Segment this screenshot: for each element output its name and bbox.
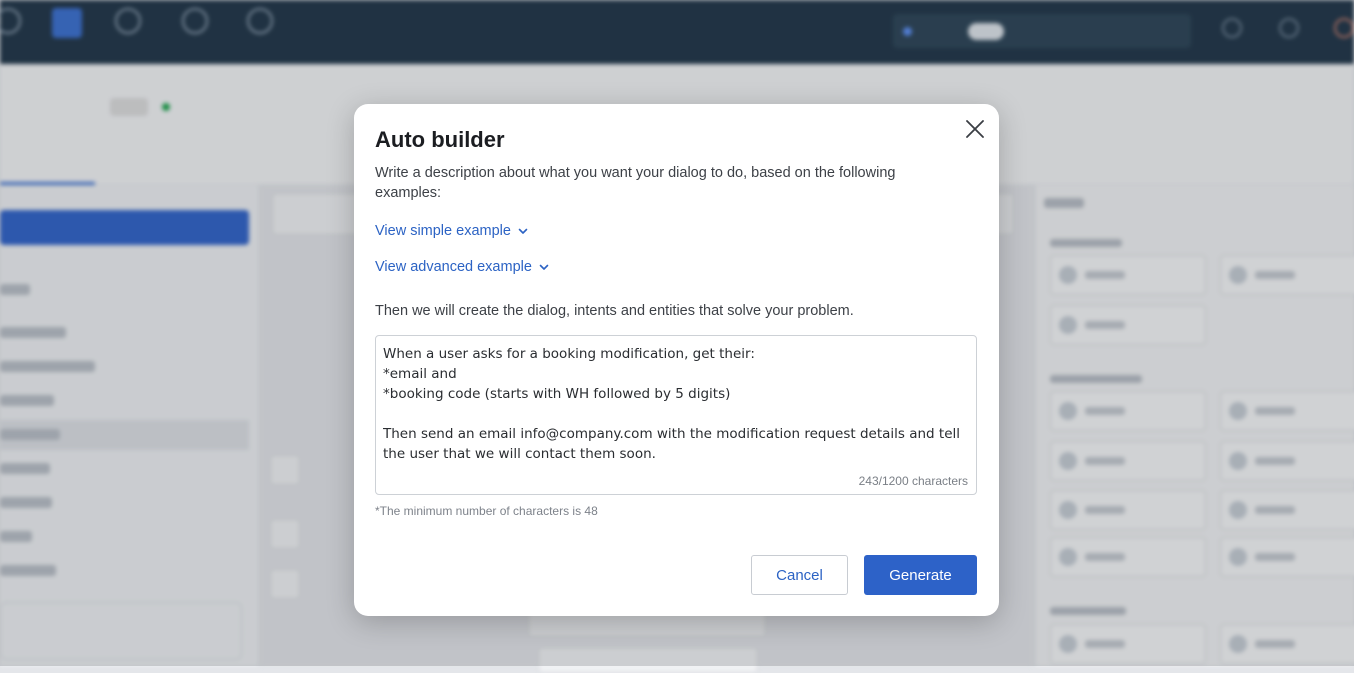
- cancel-button[interactable]: Cancel: [751, 555, 848, 595]
- view-simple-example-link[interactable]: View simple example: [375, 223, 529, 239]
- dialog-description: Write a description about what you want …: [375, 165, 896, 201]
- character-counter: 243/1200 characters: [858, 474, 968, 488]
- description-textarea[interactable]: [383, 344, 971, 474]
- minimum-characters-note: *The minimum number of characters is 48: [375, 504, 598, 518]
- generate-button[interactable]: Generate: [864, 555, 977, 595]
- chevron-down-icon: [518, 228, 528, 234]
- dialog-title: Auto builder: [375, 127, 505, 152]
- chevron-down-icon: [539, 264, 549, 270]
- view-advanced-example-link[interactable]: View advanced example: [375, 259, 550, 275]
- simple-example-label: View simple example: [375, 223, 511, 239]
- close-icon: [966, 120, 984, 138]
- description-textarea-wrapper: 243/1200 characters: [375, 335, 977, 495]
- auto-builder-dialog: Auto builder Write a description about w…: [354, 104, 999, 616]
- advanced-example-label: View advanced example: [375, 259, 532, 275]
- then-explanation: Then we will create the dialog, intents …: [375, 303, 854, 319]
- close-button[interactable]: [962, 116, 988, 142]
